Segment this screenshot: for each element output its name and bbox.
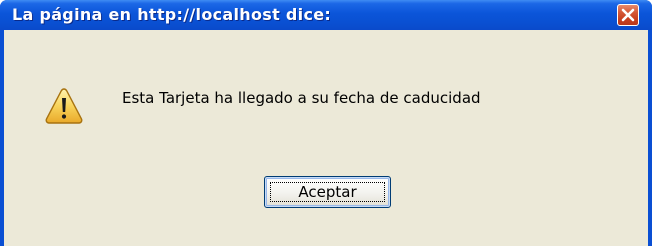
dialog-message: Esta Tarjeta ha llegado a su fecha de ca… <box>122 89 481 107</box>
accept-button-label: Aceptar <box>298 183 357 201</box>
close-icon <box>621 8 635 22</box>
warning-icon <box>45 88 83 124</box>
alert-dialog: La página en http://localhost dice: Esta… <box>0 0 652 246</box>
dialog-body: Esta Tarjeta ha llegado a su fecha de ca… <box>4 30 648 246</box>
close-button[interactable] <box>617 4 639 26</box>
title-bar[interactable]: La página en http://localhost dice: <box>0 0 652 30</box>
accept-button[interactable]: Aceptar <box>264 176 391 208</box>
dialog-title: La página en http://localhost dice: <box>12 5 332 24</box>
